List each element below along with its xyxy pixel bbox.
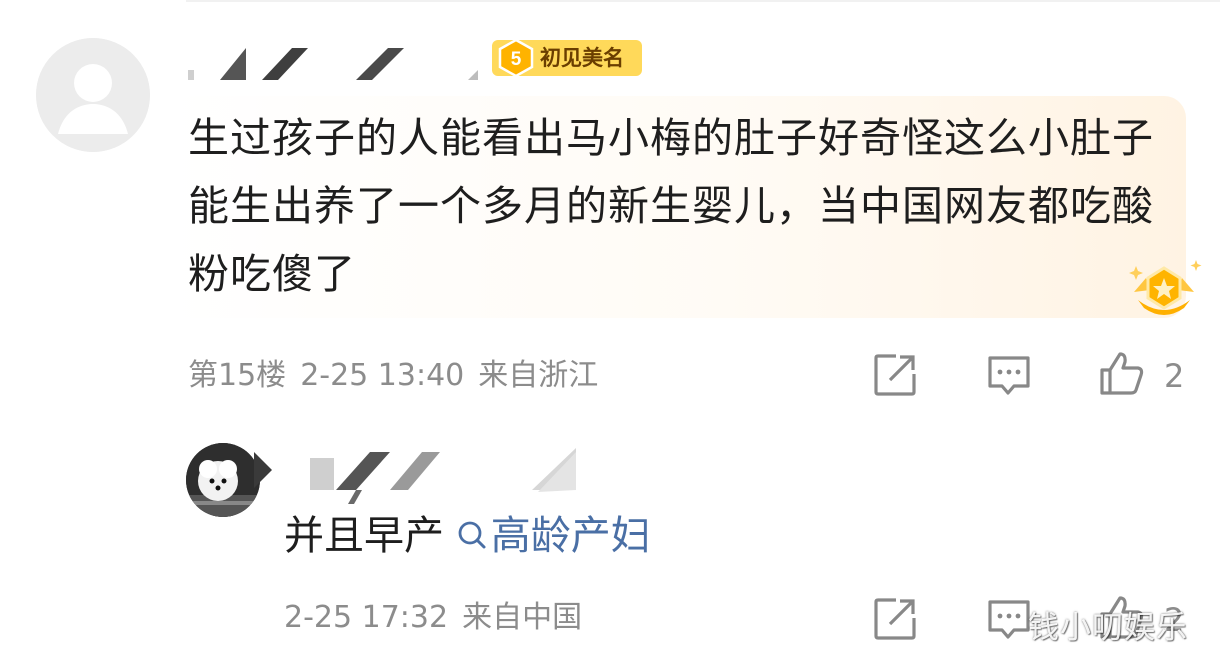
reply-share-icon[interactable] bbox=[872, 596, 918, 642]
reply-location: 来自中国 bbox=[462, 600, 583, 635]
comment-icon[interactable] bbox=[986, 352, 1032, 398]
top-divider bbox=[186, 0, 1220, 2]
like-icon[interactable] bbox=[1098, 350, 1144, 396]
dog-avatar-icon bbox=[186, 443, 260, 517]
reply-content: 并且早产 bbox=[284, 513, 444, 559]
search-link[interactable]: 高龄产妇 bbox=[457, 513, 651, 559]
comment-location: 来自浙江 bbox=[478, 358, 599, 393]
reply-time: 2-25 17:32 bbox=[284, 600, 449, 635]
comment-time: 2-25 13:40 bbox=[300, 358, 465, 393]
search-link-label: 高龄产妇 bbox=[490, 513, 651, 559]
reply-meta: 2-25 17:32 来自中国 bbox=[284, 598, 596, 638]
share-icon[interactable] bbox=[872, 352, 918, 398]
reply-user-avatar[interactable] bbox=[186, 443, 260, 517]
like-count: 2 bbox=[1164, 357, 1185, 395]
badge-label: 初见美名 bbox=[540, 46, 624, 70]
level-badge-icon: 5 bbox=[498, 38, 534, 78]
watermark: 钱小叨娱乐 bbox=[1028, 610, 1188, 646]
search-icon bbox=[458, 521, 486, 549]
default-avatar-icon bbox=[36, 38, 150, 152]
comment-meta: 第15楼 2-25 13:40 来自浙江 bbox=[188, 356, 612, 396]
floor-number: 第15楼 bbox=[188, 358, 287, 393]
crown-medal-icon bbox=[1129, 260, 1202, 315]
comment-text: 生过孩子的人能看出马小梅的肚子好奇怪这么小肚子能生出养了一个多月的新生婴儿，当中… bbox=[188, 114, 1154, 298]
svg-text:5: 5 bbox=[511, 49, 522, 70]
reply-comment-icon[interactable] bbox=[986, 596, 1032, 642]
redacted-reply-username bbox=[254, 448, 576, 504]
redacted-username bbox=[188, 48, 478, 80]
reply-text: 并且早产 高龄产妇 bbox=[284, 508, 651, 564]
user-avatar[interactable] bbox=[36, 38, 150, 152]
